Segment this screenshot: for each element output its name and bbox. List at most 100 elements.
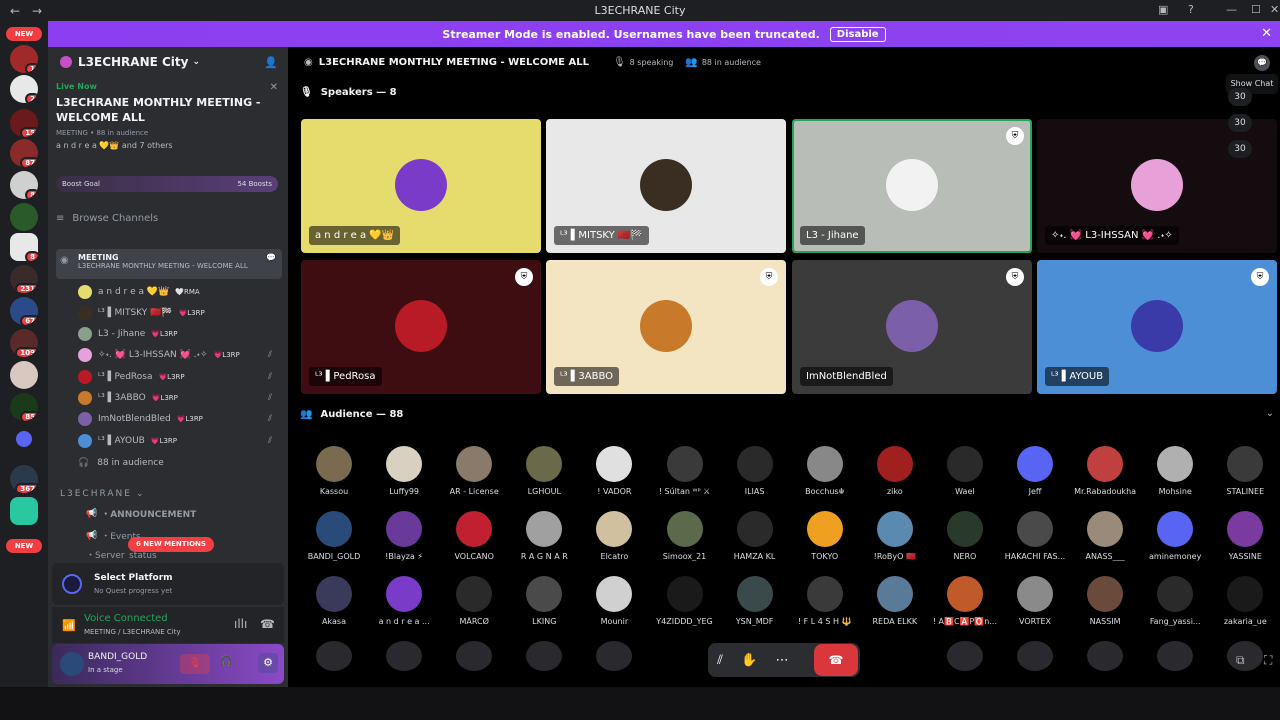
signal-icon[interactable]: 📶 <box>62 619 76 632</box>
audience-member[interactable]: TOKYO <box>790 511 860 561</box>
server-icon[interactable] <box>10 361 38 389</box>
audience-member[interactable]: ANASS___ <box>1070 511 1140 561</box>
audience-member[interactable] <box>509 641 579 671</box>
maximize-icon[interactable]: ☐ <box>1251 3 1261 16</box>
server-icon[interactable]: 8 <box>10 233 38 261</box>
new-unreads-pill[interactable]: NEW <box>6 539 42 553</box>
audience-member[interactable]: MÄRCØ <box>439 576 509 626</box>
speaker-item[interactable]: ImNotBlendBled 💗L3RP ⫽ <box>78 409 278 429</box>
speaker-tile[interactable]: a n d r e a 💛👑 <box>301 119 541 253</box>
audience-member[interactable]: ! A🅱️C🅰️P🅾️n... <box>930 576 1000 626</box>
speaker-item[interactable]: ᴸ³ ▌PedRosa 💗L3RP ⫽ <box>78 367 278 387</box>
help-icon[interactable]: ? <box>1188 3 1194 16</box>
folder-icon[interactable] <box>16 431 32 447</box>
disable-button[interactable]: Disable <box>829 26 886 42</box>
speaker-item[interactable]: ᴸ³ ▌3ABBO 💗L3RP ⫽ <box>78 388 278 408</box>
audience-member[interactable] <box>439 641 509 671</box>
speaker-tile[interactable]: L3 - Jihane ⛨ <box>792 119 1032 253</box>
audience-member[interactable]: Akasa <box>299 576 369 626</box>
speaker-item[interactable]: ᴸ³ ▌AYOUB 💗L3RP ⫽ <box>78 431 278 451</box>
settings-gear-icon[interactable]: ⚙ <box>258 653 278 673</box>
speaker-item[interactable]: ᴸ³ ▌MITSKY 🇲🇦🏁 💗L3RP <box>78 303 278 323</box>
audience-member[interactable]: Y4ZIDDD_YEG <box>650 576 720 626</box>
soundboard-icon[interactable]: ıllı <box>234 617 247 631</box>
voice-channel[interactable]: MEETING / L3ECHRANE City <box>84 628 181 636</box>
server-icon[interactable]: 67 <box>10 297 38 325</box>
new-unreads-pill[interactable]: NEW <box>6 27 42 41</box>
audience-member[interactable] <box>579 641 649 671</box>
audience-member[interactable]: zakaria_ue <box>1210 576 1280 626</box>
audience-member[interactable]: VORTEX <box>1000 576 1070 626</box>
username[interactable]: BANDI_GOLD <box>88 652 147 662</box>
audience-member[interactable] <box>299 641 369 671</box>
boost-goal-bar[interactable]: Boost Goal 54 Boosts <box>56 176 278 192</box>
close-window-icon[interactable]: ✕ <box>1270 3 1279 16</box>
channel-announcement[interactable]: 📢 ・ANNOUNCEMENT <box>56 507 282 521</box>
audience-member[interactable] <box>1140 641 1210 671</box>
audience-member[interactable]: BANDI_GOLD <box>299 511 369 561</box>
close-banner-icon[interactable]: ✕ <box>1261 26 1272 41</box>
audience-member[interactable]: LKING <box>509 576 579 626</box>
speaker-tile[interactable]: ImNotBlendBled ⛨ <box>792 260 1032 394</box>
audience-member[interactable]: Elcatro <box>579 511 649 561</box>
server-icon[interactable]: 2 <box>10 75 38 103</box>
speaker-item[interactable]: L3 - Jihane 💗L3RP <box>78 324 278 344</box>
leave-stage-button[interactable]: ☎ <box>814 644 858 676</box>
audience-member[interactable]: LGHOUL <box>509 446 579 496</box>
server-icon[interactable]: 231 <box>10 265 38 293</box>
audience-member[interactable]: HAMZA KL <box>720 511 790 561</box>
audience-member[interactable]: Bocchus☬ <box>790 446 860 496</box>
show-chat-icon[interactable]: 💬 <box>1254 55 1270 71</box>
audience-member[interactable] <box>1000 641 1070 671</box>
server-icon[interactable] <box>10 497 38 525</box>
speaker-tile[interactable]: ᴸ³ ▌3ABBO ⛨ <box>546 260 786 394</box>
audience-member[interactable]: REDA ELKK <box>860 576 930 626</box>
audience-member[interactable]: Jeff <box>1000 446 1070 496</box>
audience-member[interactable]: ! VADOR <box>579 446 649 496</box>
audience-member[interactable]: NERO <box>930 511 1000 561</box>
audience-member[interactable]: a n d r e a ... <box>369 576 439 626</box>
mic-off-icon[interactable]: ⫽ <box>717 653 723 668</box>
audience-member[interactable]: aminemoney <box>1140 511 1210 561</box>
audience-member[interactable]: Mohsine <box>1140 446 1210 496</box>
audience-member[interactable]: Mounir <box>579 576 649 626</box>
audience-member[interactable]: ! Súltan ᵂᴾ ⚔ <box>650 446 720 496</box>
avatar[interactable] <box>60 652 84 676</box>
audience-member[interactable]: ! F L 4 S H 🔱 <box>790 576 860 626</box>
browse-channels[interactable]: ≡ Browse Channels <box>56 213 282 224</box>
server-icon[interactable] <box>10 203 38 231</box>
mic-muted-icon[interactable]: 🎙 <box>180 654 210 674</box>
server-icon[interactable]: 87 <box>10 139 38 167</box>
disconnect-icon[interactable]: ☎ <box>260 617 275 631</box>
audience-member[interactable]: Fang_yassi... <box>1140 576 1210 626</box>
speaker-tile[interactable]: ᴸ³ ▌PedRosa ⛨ <box>301 260 541 394</box>
server-icon[interactable]: 109 <box>10 329 38 357</box>
audience-member[interactable] <box>930 641 1000 671</box>
audience-member[interactable]: !RoByO 🇲🇦 <box>860 511 930 561</box>
audience-member[interactable]: NASSIM <box>1070 576 1140 626</box>
quest-panel[interactable]: Select Platform No Quest progress yet <box>52 563 284 605</box>
audience-member[interactable]: YASSINE <box>1210 511 1280 561</box>
audience-member[interactable]: VOLCANO <box>439 511 509 561</box>
fullscreen-icon[interactable]: ⛶ <box>1264 653 1272 668</box>
server-icon[interactable]: 15 <box>10 109 38 137</box>
minimize-icon[interactable]: — <box>1226 3 1237 16</box>
collapse-chevron-icon[interactable]: ⌄ <box>1266 408 1274 419</box>
new-mentions-pill[interactable]: 6 NEW MENTIONS <box>128 537 214 552</box>
category-header[interactable]: L3ECHRANE ⌄ <box>56 489 282 499</box>
audience-member[interactable]: AR - License <box>439 446 509 496</box>
invite-icon[interactable]: 👤 <box>264 56 278 69</box>
inbox-icon[interactable]: ▣ <box>1158 3 1168 16</box>
server-icon[interactable]: 367 <box>10 465 38 493</box>
audience-member[interactable]: Simoox_21 <box>650 511 720 561</box>
audience-member[interactable]: R A G N A R <box>509 511 579 561</box>
audience-member[interactable]: STALINEE <box>1210 446 1280 496</box>
voice-status[interactable]: Voice Connected <box>84 613 168 624</box>
audience-member[interactable] <box>1070 641 1140 671</box>
server-header[interactable]: L3ECHRANE City ⌄ 👤 <box>48 47 288 77</box>
server-icon[interactable]: 1 <box>10 45 38 73</box>
audience-member[interactable]: Mr.Rabadoukha <box>1070 446 1140 496</box>
audience-member[interactable]: ziko <box>860 446 930 496</box>
close-icon[interactable]: ✕ <box>270 82 278 93</box>
audience-count-item[interactable]: 🎧 88 in audience <box>78 453 278 473</box>
